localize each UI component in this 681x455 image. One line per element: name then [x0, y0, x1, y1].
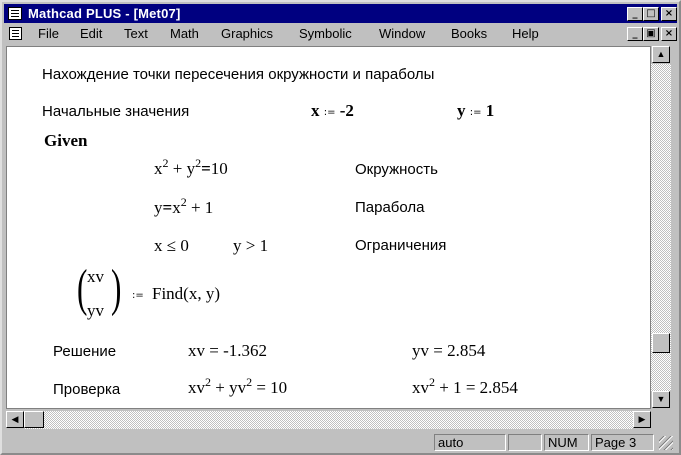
minimize-button[interactable]: _: [627, 7, 643, 21]
horizontal-scroll-thumb[interactable]: [24, 411, 44, 428]
menu-file[interactable]: File: [38, 26, 59, 41]
status-bar: auto NUM Page 3: [4, 432, 677, 453]
eq1-plus: +: [172, 159, 183, 178]
eq2-equals: =: [162, 198, 173, 217]
given-keyword[interactable]: Given: [44, 131, 87, 151]
eq1-y: y: [186, 159, 196, 178]
check-parabola-expression[interactable]: xv2 + 1 = 2.854: [412, 375, 518, 398]
close-button[interactable]: ×: [661, 7, 677, 21]
check-xv: xv: [188, 378, 205, 397]
x-var: x: [311, 101, 320, 120]
check-label[interactable]: Проверка: [53, 381, 120, 398]
check-plus: +: [215, 378, 225, 397]
define-op: :=: [323, 107, 336, 118]
check-circle-expression[interactable]: xv2 + yv2 = 10: [188, 375, 288, 398]
horizontal-scroll-track[interactable]: [24, 411, 633, 429]
check-yv: yv: [229, 378, 247, 397]
check-circle-result: = 10: [256, 378, 288, 397]
scroll-right-button[interactable]: ▶: [633, 411, 651, 428]
define-op: :=: [469, 107, 482, 118]
eq1-rhs: 10: [210, 159, 228, 178]
check-exp-xv: 2: [205, 375, 211, 389]
mathcad-window: Mathcad PLUS - [Met07] _ □ × File Edit T…: [0, 0, 681, 455]
check2-exp: 2: [429, 375, 435, 389]
left-paren: (: [77, 260, 88, 317]
worksheet[interactable]: Нахождение точки пересечения окружности …: [6, 46, 651, 409]
y-initial-definition[interactable]: y := 1: [457, 101, 494, 121]
eq2-one: 1: [204, 198, 214, 217]
check2-plus: +: [439, 378, 449, 397]
eq2-exp: 2: [180, 195, 187, 209]
circle-label[interactable]: Окружность: [355, 161, 438, 178]
find-call: Find(x, y): [152, 284, 220, 303]
check-parabola-result: = 2.854: [465, 378, 518, 397]
window-title: Mathcad PLUS - [Met07]: [28, 6, 181, 21]
constraint-y[interactable]: y > 1: [233, 236, 268, 256]
check2-one: 1: [453, 378, 462, 397]
find-yv: yv: [87, 301, 104, 320]
constraints-label[interactable]: Ограничения: [355, 237, 446, 254]
define-op: :=: [132, 290, 144, 301]
y-value: 1: [485, 101, 495, 120]
doc-minimize-button[interactable]: _: [627, 27, 643, 41]
eq2-x: x: [172, 198, 181, 217]
scroll-left-button[interactable]: ◀: [6, 411, 24, 428]
eq1-equals: =: [201, 159, 211, 178]
circle-equation[interactable]: x2 + y2=10: [154, 156, 228, 179]
x-initial-definition[interactable]: x := -2: [311, 101, 354, 121]
numlock-indicator: NUM: [544, 434, 589, 451]
menu-edit[interactable]: Edit: [80, 26, 102, 41]
constraint-x[interactable]: x ≤ 0: [154, 236, 189, 256]
xv-result[interactable]: xv = -1.362: [188, 341, 267, 361]
check2-xv: xv: [412, 378, 429, 397]
menu-window[interactable]: Window: [379, 26, 425, 41]
scroll-up-button[interactable]: ▲: [652, 46, 670, 63]
doc-close-button[interactable]: ×: [661, 27, 677, 41]
check-exp-yv: 2: [246, 375, 253, 389]
vertical-scrollbar[interactable]: ▲ ▼: [651, 46, 671, 409]
scroll-down-button[interactable]: ▼: [652, 391, 670, 408]
eq2-y: y: [154, 198, 163, 217]
horizontal-scrollbar[interactable]: ◀ ▶: [6, 411, 651, 429]
y-var: y: [457, 101, 466, 120]
app-icon[interactable]: [8, 7, 22, 20]
initial-values-label[interactable]: Начальные значения: [42, 103, 189, 120]
resize-grip[interactable]: [659, 436, 673, 450]
document-icon[interactable]: [9, 27, 22, 40]
vertical-scroll-thumb[interactable]: [652, 333, 670, 353]
solution-label[interactable]: Решение: [53, 343, 116, 360]
menu-text[interactable]: Text: [124, 26, 148, 41]
right-paren: ): [111, 260, 122, 317]
menu-math[interactable]: Math: [170, 26, 199, 41]
menu-bar: File Edit Text Math Graphics Symbolic Wi…: [4, 24, 677, 44]
find-define-op: :=: [132, 284, 144, 304]
yv-result[interactable]: yv = 2.854: [412, 341, 485, 361]
title-bar[interactable]: Mathcad PLUS - [Met07] _ □ ×: [4, 4, 677, 23]
parabola-equation[interactable]: y=x2 + 1: [154, 195, 214, 218]
menu-graphics[interactable]: Graphics: [221, 26, 273, 41]
worksheet-heading[interactable]: Нахождение точки пересечения окружности …: [42, 66, 434, 83]
doc-restore-button[interactable]: ▣: [643, 27, 659, 41]
page-indicator: Page 3: [591, 434, 654, 451]
eq2-plus: +: [190, 198, 201, 217]
calc-mode-indicator: auto: [434, 434, 506, 451]
status-empty-panel: [508, 434, 542, 451]
menu-help[interactable]: Help: [512, 26, 539, 41]
eq1-exp-x: 2: [162, 156, 169, 170]
menu-books[interactable]: Books: [451, 26, 487, 41]
menu-symbolic[interactable]: Symbolic: [299, 26, 352, 41]
eq1-x: x: [154, 159, 163, 178]
find-xv: xv: [87, 267, 104, 286]
x-value: -2: [339, 101, 354, 120]
maximize-button[interactable]: □: [643, 7, 659, 21]
parabola-label[interactable]: Парабола: [355, 199, 425, 216]
